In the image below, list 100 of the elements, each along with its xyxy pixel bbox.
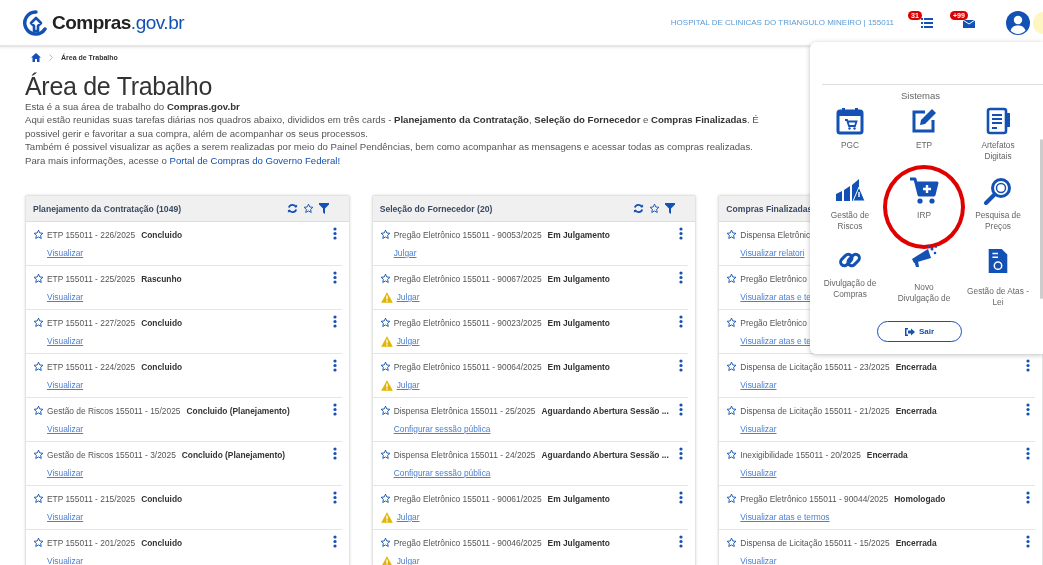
- process-text: ETP 155011 - 215/2025 Concluido: [47, 493, 183, 504]
- favorite-star-icon[interactable]: [33, 361, 44, 373]
- process-text: ETP 155011 - 224/2025 Concluido: [47, 361, 183, 372]
- page-title: Área de Trabalho: [25, 73, 212, 100]
- action-link[interactable]: Visualizar: [740, 556, 777, 565]
- action-link[interactable]: Julgar: [396, 512, 420, 523]
- action-link[interactable]: Visualizar: [47, 512, 84, 523]
- action-link[interactable]: Visualizar: [740, 424, 777, 435]
- action-link[interactable]: Julgar: [396, 380, 420, 391]
- kebab-menu-icon[interactable]: [1026, 446, 1030, 460]
- kebab-menu-icon[interactable]: [679, 534, 684, 548]
- favorite-star-icon[interactable]: [379, 317, 391, 329]
- favorite-star-icon[interactable]: [726, 229, 738, 241]
- action-link[interactable]: Visualizar: [47, 424, 84, 435]
- favorite-star-icon[interactable]: [726, 493, 738, 505]
- refresh-icon[interactable]: [633, 203, 645, 215]
- action-link[interactable]: Visualizar: [47, 468, 84, 479]
- process-text: Dispensa de Licitação 155011 - 15/2025 Encerrada: [740, 537, 937, 548]
- kebab-menu-icon[interactable]: [1026, 358, 1030, 372]
- kebab-menu-icon[interactable]: [1026, 402, 1030, 416]
- kebab-menu-icon[interactable]: [332, 226, 337, 240]
- kebab-menu-icon[interactable]: [679, 270, 684, 284]
- favorite-star-icon[interactable]: [33, 537, 44, 549]
- chevron-right-icon: [49, 53, 53, 61]
- favorite-star-icon[interactable]: [726, 537, 738, 549]
- filter-icon[interactable]: [665, 203, 676, 215]
- action-link[interactable]: Visualizar: [47, 248, 84, 259]
- kebab-menu-icon[interactable]: [332, 270, 337, 284]
- favorite-star-icon[interactable]: [379, 449, 391, 461]
- action-link[interactable]: Visualizar atas e te: [740, 336, 811, 347]
- filter-icon[interactable]: [318, 203, 329, 215]
- action-link[interactable]: Visualizar atas e te: [740, 292, 811, 303]
- process-text: Pregão Eletrônico 155011 - 90044/2025 Homologado: [740, 493, 946, 504]
- favorite-star-icon[interactable]: [33, 273, 44, 285]
- action-link[interactable]: Julgar: [396, 292, 420, 303]
- process-text: Pregão Eletrônico 155011 - 90067/2025 Em Julgamento: [393, 273, 610, 284]
- favorite-star-icon[interactable]: [33, 449, 44, 461]
- kebab-menu-icon[interactable]: [679, 314, 684, 328]
- action-link[interactable]: Julgar: [396, 336, 420, 347]
- favorite-star-icon[interactable]: [379, 493, 391, 505]
- message-icon: [963, 17, 975, 28]
- intro-text: Também é possivel visualizar as ações a serem realizadas por meio do Painel Pendências, bem como acompanhar as mensagens e acessar todas as compras realizadas.: [25, 140, 754, 154]
- avatar-icon[interactable]: [1006, 10, 1030, 35]
- kebab-menu-icon[interactable]: [679, 490, 684, 504]
- kebab-menu-icon[interactable]: [679, 358, 684, 372]
- favorite-star-icon[interactable]: [33, 317, 44, 329]
- kebab-menu-icon[interactable]: [332, 490, 337, 504]
- action-link[interactable]: Visualizar: [47, 380, 84, 391]
- kebab-menu-icon[interactable]: [332, 402, 337, 416]
- favorite-star-icon[interactable]: [302, 203, 314, 215]
- process-text: Dispensa de Licitação 155011 - 23/2025 Encerrada: [740, 361, 937, 372]
- action-link[interactable]: Julgar: [393, 248, 417, 259]
- favorite-star-icon[interactable]: [379, 229, 391, 241]
- favorite-star-icon[interactable]: [379, 405, 391, 417]
- kebab-menu-icon[interactable]: [679, 446, 684, 460]
- action-link[interactable]: Visualizar: [47, 292, 84, 303]
- action-link[interactable]: Configurar sessão pública: [393, 424, 491, 435]
- kebab-menu-icon[interactable]: [332, 358, 337, 372]
- action-link[interactable]: Visualizar: [47, 556, 84, 565]
- portal-link[interactable]: Portal de Compras do Governo Federal!: [169, 154, 341, 166]
- favorite-star-icon[interactable]: [379, 537, 391, 549]
- favorite-star-icon[interactable]: [649, 203, 661, 215]
- process-text: Dispensa Eletrônica 155011 - 24/2025 Aguardando Abertura Sessão ...: [393, 449, 669, 460]
- calendar-cart-icon: [836, 107, 864, 135]
- action-link[interactable]: Visualizar: [740, 468, 777, 479]
- favorite-star-icon[interactable]: [33, 405, 44, 417]
- process-text: Gestão de Riscos 155011 - 3/2025 Concluido (Planejamento): [47, 449, 286, 460]
- kebab-menu-icon[interactable]: [679, 402, 684, 416]
- home-icon[interactable]: [31, 52, 41, 62]
- favorite-star-icon[interactable]: [379, 361, 391, 373]
- favorite-star-icon[interactable]: [33, 493, 44, 505]
- system-menu-item[interactable]: IRP: [883, 165, 965, 249]
- favorite-star-icon[interactable]: [379, 273, 391, 285]
- refresh-icon[interactable]: [286, 203, 298, 215]
- edit-icon: [910, 107, 938, 135]
- favorite-star-icon[interactable]: [726, 405, 738, 417]
- favorite-star-icon[interactable]: [726, 361, 738, 373]
- kebab-menu-icon[interactable]: [679, 226, 684, 240]
- kebab-menu-icon[interactable]: [1026, 490, 1030, 504]
- kebab-menu-icon[interactable]: [332, 314, 337, 328]
- action-link[interactable]: Julgar: [396, 556, 420, 565]
- process-text: Dispensa de Licitação 155011 - 21/2025 Encerrada: [740, 405, 937, 416]
- kebab-menu-icon[interactable]: [332, 534, 337, 548]
- kebab-menu-icon[interactable]: [1026, 534, 1030, 548]
- action-link[interactable]: Visualizar atas e termos: [740, 512, 830, 523]
- scrollbar[interactable]: [1040, 139, 1043, 299]
- kebab-menu-icon[interactable]: [332, 446, 337, 460]
- favorite-star-icon[interactable]: [726, 273, 738, 285]
- action-link[interactable]: Configurar sessão pública: [393, 468, 491, 479]
- process-text: ETP 155011 - 225/2025 Rascunho: [47, 273, 182, 284]
- process-text: Dispensa Eletrônic: [740, 229, 811, 240]
- intro-text: Para mais informações, acesse o Portal de Compras do Governo Federal!: [25, 153, 342, 168]
- document-icon: [984, 107, 1012, 135]
- favorite-star-icon[interactable]: [726, 449, 738, 461]
- favorite-star-icon[interactable]: [33, 229, 44, 241]
- menu-toggle[interactable]: [1033, 11, 1043, 34]
- action-link[interactable]: Visualizar: [47, 336, 84, 347]
- favorite-star-icon[interactable]: [726, 317, 738, 329]
- action-link[interactable]: Visualizar relatori: [740, 248, 805, 259]
- action-link[interactable]: Visualizar: [740, 380, 777, 391]
